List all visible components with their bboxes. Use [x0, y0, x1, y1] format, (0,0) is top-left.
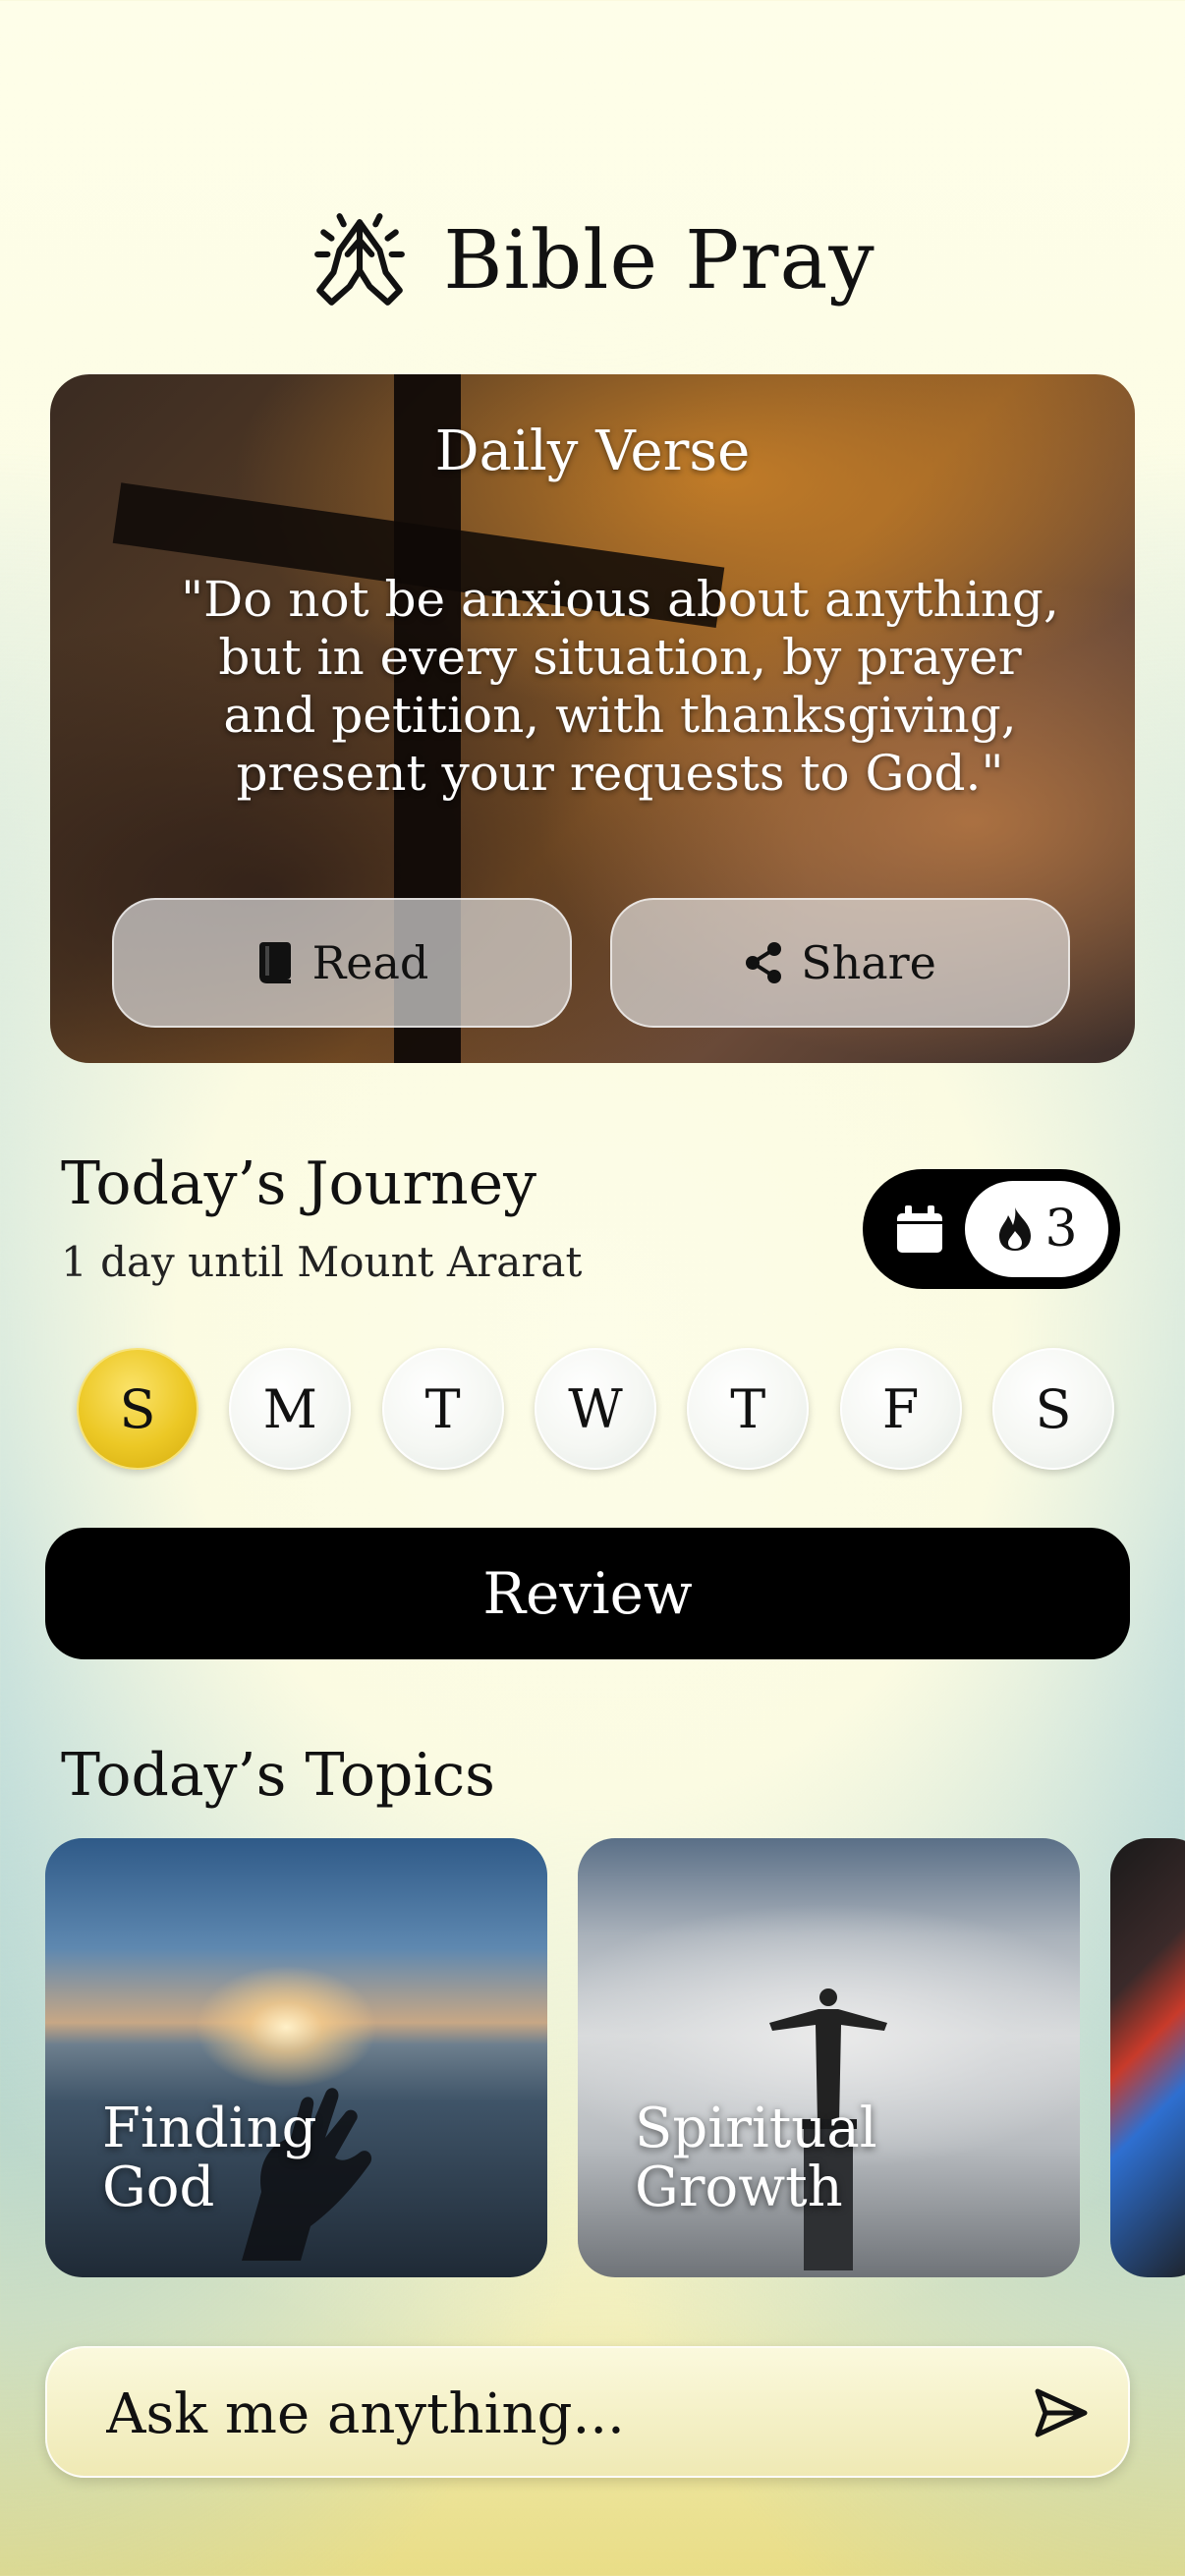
day-wednesday[interactable]: W — [534, 1348, 656, 1470]
streak-count: 3 — [1044, 1200, 1078, 1259]
calendar-icon — [897, 1205, 942, 1253]
streak-badge[interactable]: 3 — [863, 1169, 1120, 1289]
share-icon — [746, 942, 782, 983]
send-icon[interactable] — [1032, 2383, 1091, 2442]
app-header: Bible Pray — [0, 196, 1185, 324]
review-button[interactable]: Review — [45, 1528, 1130, 1659]
day-sunday[interactable]: S — [77, 1348, 198, 1470]
journey-subtitle: 1 day until Mount Ararat — [61, 1238, 583, 1286]
day-saturday[interactable]: S — [991, 1348, 1114, 1470]
day-thursday[interactable]: T — [687, 1348, 810, 1470]
topic-card-partial[interactable] — [1110, 1838, 1185, 2277]
praying-hands-icon — [314, 213, 406, 306]
day-friday[interactable]: F — [839, 1348, 962, 1470]
read-label: Read — [311, 936, 429, 989]
topic-label: Finding God — [102, 2097, 317, 2219]
ask-input[interactable] — [106, 2370, 990, 2458]
book-icon — [258, 942, 291, 983]
week-days-row: S M T W T F S — [77, 1348, 1114, 1474]
share-label: Share — [801, 936, 936, 989]
topics-title: Today’s Topics — [61, 1741, 495, 1810]
daily-verse-text: "Do not be anxious about anything, but i… — [181, 571, 1059, 802]
daily-verse-card: Daily Verse "Do not be anxious about any… — [50, 374, 1135, 1063]
topic-card-spiritual-growth[interactable]: Spiritual Growth — [578, 1838, 1080, 2277]
day-tuesday[interactable]: T — [381, 1348, 504, 1470]
topic-card-finding-god[interactable]: Finding God — [45, 1838, 547, 2277]
ask-bar — [45, 2346, 1130, 2478]
topic-label: Spiritual Growth — [635, 2097, 877, 2219]
read-button[interactable]: Read — [112, 898, 572, 1028]
streak-count-badge: 3 — [965, 1181, 1108, 1277]
app-title: Bible Pray — [443, 213, 875, 308]
share-button[interactable]: Share — [610, 898, 1070, 1028]
flame-icon — [999, 1207, 1032, 1251]
day-monday[interactable]: M — [229, 1348, 352, 1470]
daily-verse-title: Daily Verse — [434, 420, 751, 483]
journey-title: Today’s Journey — [61, 1149, 537, 1218]
